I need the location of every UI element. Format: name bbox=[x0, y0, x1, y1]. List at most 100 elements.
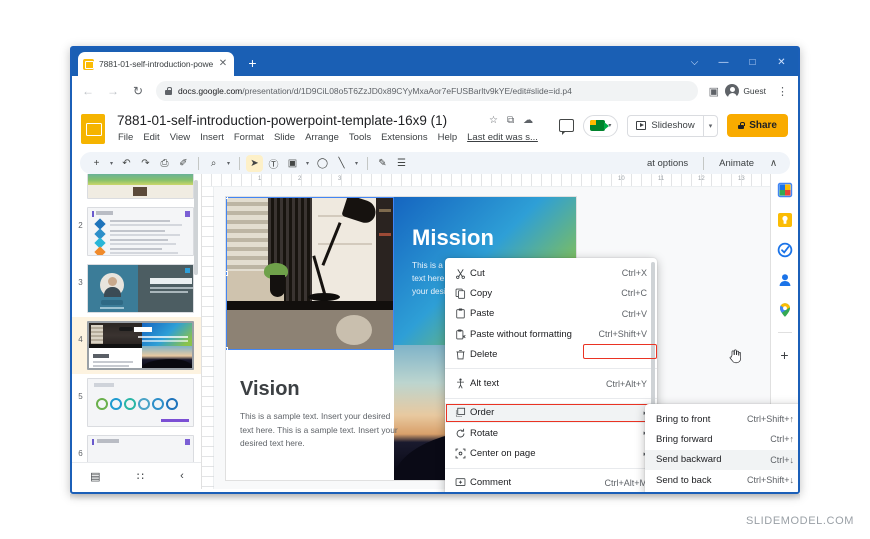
close-icon[interactable]: ✕ bbox=[217, 58, 229, 70]
filmstrip-view-icon[interactable]: ▤ bbox=[90, 470, 100, 483]
menu-item-rotate[interactable]: Rotate ▸ bbox=[445, 423, 657, 443]
new-tab-button[interactable]: + bbox=[244, 55, 261, 72]
maps-icon[interactable] bbox=[777, 302, 793, 318]
print-icon[interactable]: ⎙ bbox=[156, 155, 173, 172]
submenu-item-bring-to-front[interactable]: Bring to front Ctrl+Shift+↑ bbox=[645, 409, 798, 429]
browser-menu-icon[interactable]: ⋮ bbox=[773, 82, 792, 101]
select-tool-icon[interactable]: ➤ bbox=[246, 154, 263, 172]
sidebar-item-slide-4[interactable]: 4 bbox=[72, 317, 201, 374]
meet-button[interactable]: ▾ bbox=[583, 114, 619, 137]
image-caret-icon[interactable]: ▾ bbox=[303, 155, 312, 172]
menu-edit[interactable]: Edit bbox=[143, 132, 159, 143]
text-box-icon[interactable]: Ⓣ bbox=[265, 155, 282, 172]
submenu-item-bring-forward[interactable]: Bring forward Ctrl+↑ bbox=[645, 429, 798, 449]
maximize-icon[interactable]: □ bbox=[738, 48, 767, 76]
browser-tab[interactable]: 7881-01-self-introduction-powe ✕ bbox=[78, 52, 234, 76]
resize-handle[interactable] bbox=[226, 271, 228, 276]
list-item[interactable] bbox=[72, 174, 201, 203]
menu-item-label: Order bbox=[470, 407, 495, 419]
pen-icon[interactable]: ✎ bbox=[374, 155, 391, 172]
resize-handle[interactable] bbox=[226, 197, 228, 199]
menu-extensions[interactable]: Extensions bbox=[381, 132, 427, 143]
list-item[interactable]: 3 bbox=[72, 260, 201, 317]
animate-button[interactable]: Animate bbox=[712, 158, 761, 169]
menu-item-paste-without-formatting[interactable]: Paste without formatting Ctrl+Shift+V bbox=[445, 324, 657, 344]
last-edit-label[interactable]: Last edit was s... bbox=[467, 132, 538, 143]
menu-item-delete[interactable]: Delete bbox=[445, 344, 657, 364]
menu-item-comment[interactable]: Comment Ctrl+Alt+M bbox=[445, 473, 657, 492]
menu-item-order[interactable]: Order ▸ bbox=[445, 402, 657, 424]
redo-icon[interactable]: ↷ bbox=[137, 155, 154, 172]
minimize-icon[interactable]: — bbox=[709, 48, 738, 76]
menu-slide[interactable]: Slide bbox=[274, 132, 295, 143]
install-app-icon[interactable]: ▣ bbox=[704, 82, 723, 101]
context-menu[interactable]: Cut Ctrl+X Copy Ctrl+C Paste Ctrl+V Past… bbox=[445, 258, 657, 492]
slide-vision-block[interactable]: Vision This is a sample text. Insert you… bbox=[226, 350, 398, 480]
menu-item-paste[interactable]: Paste Ctrl+V bbox=[445, 304, 657, 324]
calendar-icon[interactable] bbox=[777, 182, 793, 198]
grid-view-icon[interactable]: ∷ bbox=[137, 470, 144, 483]
slideshow-button[interactable]: Slideshow ▾ bbox=[627, 114, 719, 137]
order-submenu[interactable]: Bring to front Ctrl+Shift+↑ Bring forwar… bbox=[645, 404, 798, 492]
menu-item-alt-text[interactable]: Alt text Ctrl+Alt+Y bbox=[445, 373, 657, 393]
list-item[interactable]: 5 bbox=[72, 374, 201, 431]
line-icon[interactable]: ╲ bbox=[333, 155, 350, 172]
menu-item-copy[interactable]: Copy Ctrl+C bbox=[445, 283, 657, 303]
shape-icon[interactable]: ◯ bbox=[314, 155, 331, 172]
close-window-icon[interactable]: ✕ bbox=[767, 48, 796, 76]
slide-thumbnail[interactable] bbox=[87, 174, 194, 199]
menu-insert[interactable]: Insert bbox=[200, 132, 224, 143]
star-icon[interactable]: ☆ bbox=[489, 115, 498, 126]
format-options-button[interactable]: at options bbox=[640, 158, 695, 169]
move-to-folder-icon[interactable]: ⧉ bbox=[507, 115, 514, 126]
tasks-icon[interactable] bbox=[777, 242, 793, 258]
copy-icon bbox=[455, 288, 470, 299]
menu-item-cut[interactable]: Cut Ctrl+X bbox=[445, 263, 657, 283]
align-icon[interactable]: ☰ bbox=[393, 155, 410, 172]
contacts-icon[interactable] bbox=[777, 272, 793, 288]
slide-thumbnail[interactable] bbox=[87, 264, 194, 313]
line-caret-icon[interactable]: ▾ bbox=[352, 155, 361, 172]
collapse-toolbar-icon[interactable]: ∧ bbox=[765, 155, 782, 172]
menu-arrange[interactable]: Arrange bbox=[305, 132, 339, 143]
paint-format-icon[interactable]: ✐ bbox=[175, 155, 192, 172]
slide-filmstrip[interactable]: 2 3 4 5 6 ▤ ∷ ‹ bbox=[72, 174, 202, 489]
collapse-filmstrip-icon[interactable]: ‹ bbox=[180, 470, 184, 482]
undo-icon[interactable]: ↶ bbox=[118, 155, 135, 172]
menu-file[interactable]: File bbox=[118, 132, 133, 143]
document-title[interactable]: 7881-01-self-introduction-powerpoint-tem… bbox=[117, 113, 447, 128]
restore-down-icon[interactable]: ⌵ bbox=[680, 48, 709, 76]
ruler-mark: 11 bbox=[658, 176, 665, 182]
slide-thumbnail-selected[interactable] bbox=[87, 321, 194, 370]
menu-format[interactable]: Format bbox=[234, 132, 264, 143]
insert-image-icon[interactable]: ▣ bbox=[284, 155, 301, 172]
filmstrip-scrollbar[interactable] bbox=[194, 180, 198, 275]
add-app-button[interactable]: + bbox=[777, 347, 793, 363]
slide-number: 5 bbox=[78, 392, 83, 401]
center-on-page-icon bbox=[455, 448, 470, 459]
back-icon[interactable]: ← bbox=[78, 81, 98, 101]
menu-item-center-on-page[interactable]: Center on page ▸ bbox=[445, 443, 657, 463]
reload-icon[interactable]: ↻ bbox=[128, 81, 148, 101]
menu-view[interactable]: View bbox=[170, 132, 190, 143]
profile-chip[interactable]: Guest bbox=[723, 82, 773, 101]
new-slide-button[interactable]: + bbox=[88, 155, 105, 172]
comment-history-icon[interactable] bbox=[559, 119, 575, 135]
slide-thumbnail[interactable] bbox=[87, 207, 194, 256]
cloud-status-icon[interactable]: ☁ bbox=[523, 115, 533, 126]
slide-image-desk-lamp[interactable] bbox=[226, 197, 394, 350]
new-slide-caret-icon[interactable]: ▾ bbox=[107, 155, 116, 172]
share-button[interactable]: Share bbox=[727, 114, 788, 137]
menu-help[interactable]: Help bbox=[438, 132, 458, 143]
forward-icon[interactable]: → bbox=[103, 81, 123, 101]
submenu-item-send-to-back[interactable]: Send to back Ctrl+Shift+↓ bbox=[645, 470, 798, 490]
keep-icon[interactable] bbox=[777, 212, 793, 228]
chevron-down-icon[interactable]: ▾ bbox=[704, 122, 718, 130]
list-item[interactable]: 2 bbox=[72, 203, 201, 260]
zoom-caret-icon[interactable]: ▾ bbox=[224, 155, 233, 172]
zoom-icon[interactable]: ⌕ bbox=[205, 155, 222, 172]
submenu-item-send-backward[interactable]: Send backward Ctrl+↓ bbox=[645, 449, 798, 470]
menu-tools[interactable]: Tools bbox=[349, 132, 371, 143]
address-bar[interactable]: docs.google.com/presentation/d/1D9CiL08o… bbox=[156, 81, 699, 101]
slide-thumbnail[interactable] bbox=[87, 378, 194, 427]
